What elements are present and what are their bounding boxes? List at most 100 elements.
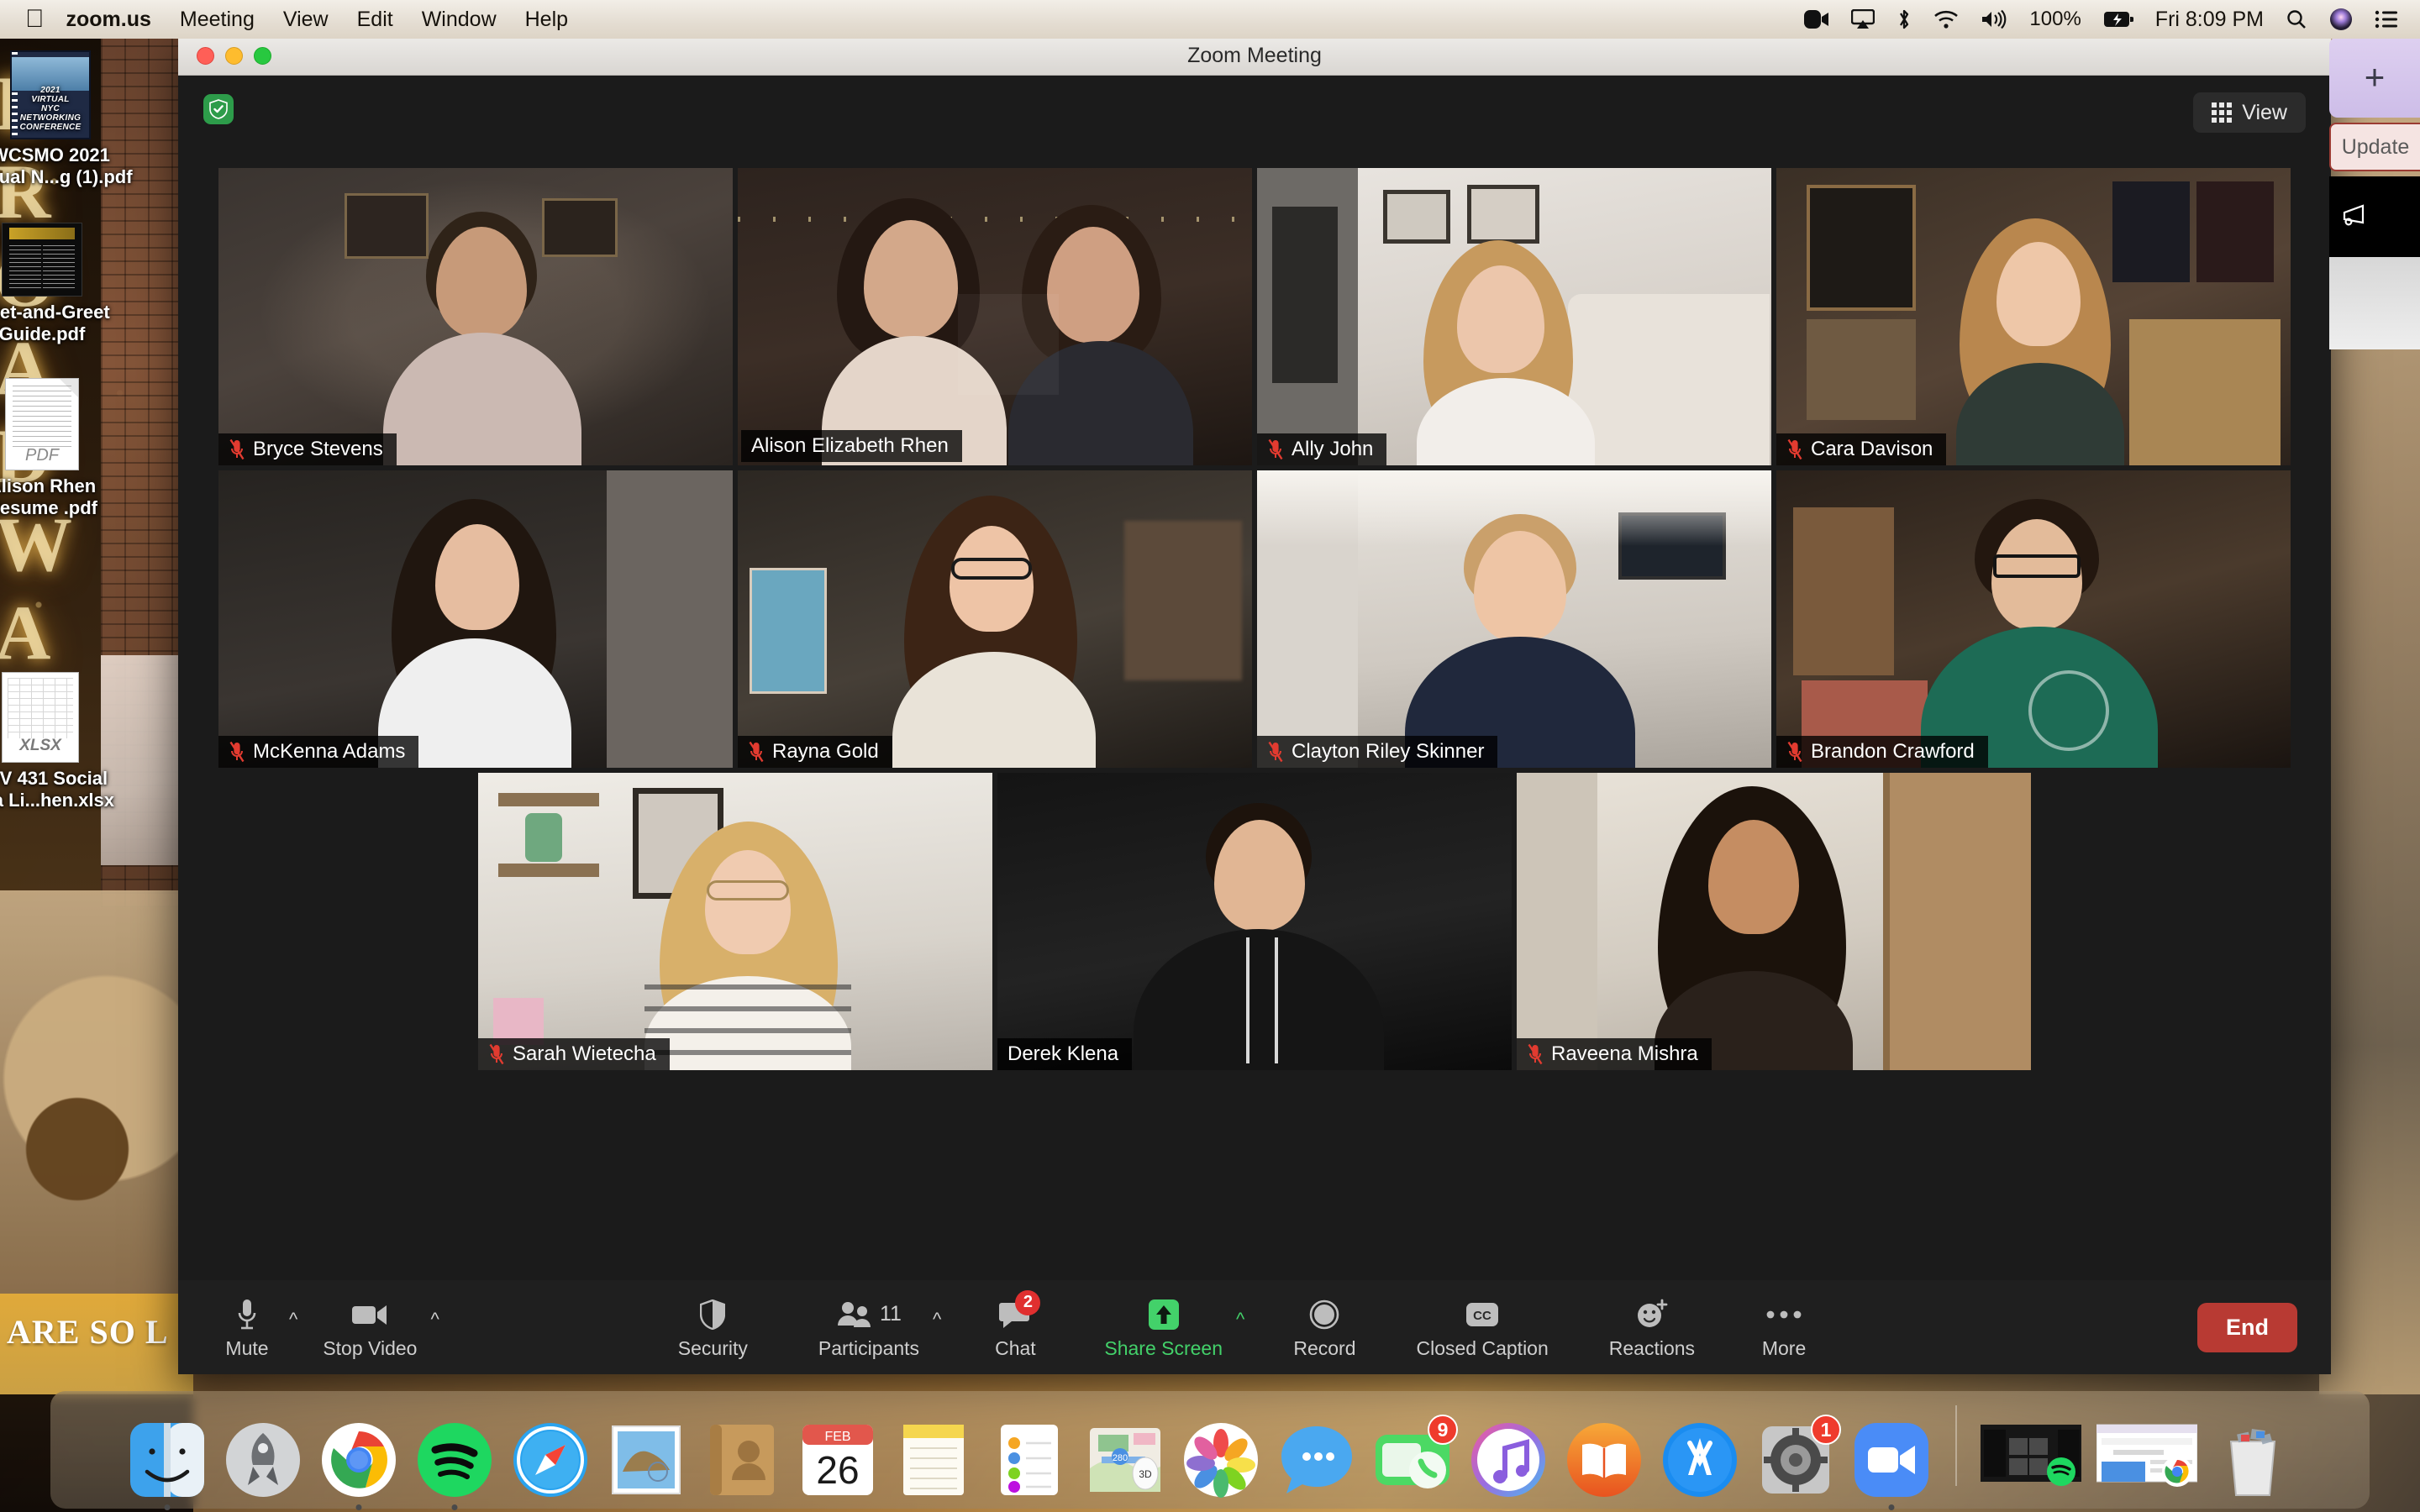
dock-item-reminders[interactable] — [989, 1420, 1070, 1500]
audio-options-chevron-up-icon[interactable]: ^ — [289, 1309, 297, 1331]
dock-item-notes[interactable] — [893, 1420, 974, 1500]
participant-tile-ally-john[interactable]: Ally John — [1257, 168, 1771, 465]
mute-button[interactable]: Mute — [207, 1295, 287, 1360]
video-grid-row: Bryce Stevens Alison Elizabeth Rhen Ally… — [178, 168, 2331, 465]
update-button[interactable]: Update — [2329, 123, 2420, 171]
menu-item-window[interactable]: Window — [422, 8, 497, 32]
dock-item-calendar[interactable]: FEB 26 — [797, 1420, 878, 1500]
dock-item-spotify[interactable] — [414, 1420, 495, 1510]
participant-tile-derek-klena[interactable]: Derek Klena — [997, 773, 1512, 1070]
stop-video-button[interactable]: Stop Video — [311, 1295, 429, 1360]
control-center-icon[interactable] — [2375, 10, 2398, 29]
closed-caption-button[interactable]: CC Closed Caption — [1405, 1295, 1560, 1360]
menu-item-edit[interactable]: Edit — [357, 8, 393, 32]
desktop-icon-adv431-xlsx[interactable]: XLSX ADV 431 Social edia Li...hen.xlsx — [0, 672, 124, 811]
menu-item-zoomus[interactable]: zoom.us — [66, 8, 151, 32]
participant-name: Derek Klena — [1007, 1042, 1119, 1065]
video-grid-row: McKenna Adams Rayna Gold Clayton Riley S… — [178, 470, 2331, 768]
security-button[interactable]: Security — [666, 1295, 760, 1360]
participant-name: Cara Davison — [1811, 438, 1933, 460]
dock-item-zoom[interactable] — [1851, 1420, 1932, 1510]
dock-item-chrome[interactable] — [318, 1420, 399, 1510]
cc-icon: CC — [1465, 1295, 1500, 1334]
share-options-chevron-up-icon[interactable]: ^ — [1236, 1309, 1244, 1331]
participant-name-bar: Clayton Riley Skinner — [1257, 736, 1498, 768]
dock-item-launchpad[interactable] — [223, 1420, 303, 1500]
menu-item-help[interactable]: Help — [525, 8, 568, 32]
meeting-controls-toolbar: Mute ^ Stop Video ^ Security 11 Particip… — [178, 1280, 2331, 1374]
participant-tile-bryce-stevens[interactable]: Bryce Stevens — [218, 168, 733, 465]
bluetooth-icon[interactable] — [1897, 8, 1912, 30]
dock-minimized-spotify-window[interactable] — [1981, 1420, 2081, 1500]
menu-item-meeting[interactable]: Meeting — [180, 8, 255, 32]
dock-minimized-chrome-window[interactable] — [2096, 1420, 2198, 1500]
zoom-camera-icon[interactable] — [1804, 10, 1829, 29]
dock-item-photos[interactable] — [1181, 1420, 1261, 1500]
siri-icon[interactable] — [2329, 8, 2353, 31]
wallpaper-yellow-sign: ARE SO L — [0, 1294, 193, 1394]
dock-item-safari[interactable] — [510, 1420, 591, 1500]
participant-video-grid: Bryce Stevens Alison Elizabeth Rhen Ally… — [178, 168, 2331, 1075]
participants-button-label: Participants — [818, 1336, 920, 1359]
dock-item-contacts[interactable] — [702, 1420, 782, 1500]
reactions-button[interactable]: Reactions — [1597, 1295, 1707, 1360]
participant-tile-alison-elizabeth-rhen[interactable]: Alison Elizabeth Rhen — [738, 168, 1252, 465]
airplay-icon[interactable] — [1851, 9, 1876, 29]
dock-item-trash[interactable] — [2212, 1420, 2293, 1500]
desktop-icon-resume-pdf[interactable]: PDF Alison Rhen Resume .pdf — [0, 378, 126, 519]
participant-tile-raveena-mishra[interactable]: Raveena Mishra — [1517, 773, 2031, 1070]
participant-tile-rayna-gold[interactable]: Rayna Gold — [738, 470, 1252, 768]
search-icon[interactable] — [2286, 8, 2307, 30]
facetime-badge: 9 — [1428, 1415, 1458, 1445]
conference-pdf-thumbnail: 2021 VIRTUAL NYC NETWORKING CONFERENCE — [10, 50, 91, 139]
participants-options-chevron-up-icon[interactable]: ^ — [933, 1309, 941, 1331]
running-indicator-dot — [451, 1504, 458, 1510]
running-indicator-dot — [355, 1504, 362, 1510]
xlsx-thumbnail: XLSX — [2, 672, 79, 763]
wifi-icon[interactable] — [1933, 9, 1959, 29]
muted-microphone-icon — [229, 741, 245, 763]
participants-button[interactable]: 11 Participants — [807, 1295, 931, 1360]
participant-name-bar: McKenna Adams — [218, 736, 419, 768]
calendar-month-label: FEB — [824, 1430, 850, 1444]
end-meeting-button[interactable]: End — [2197, 1302, 2297, 1352]
participant-tile-brandon-crawford[interactable]: Brandon Crawford — [1776, 470, 2291, 768]
dock-item-itunes[interactable] — [1468, 1420, 1549, 1500]
dock-item-books[interactable] — [1564, 1420, 1644, 1500]
menu-item-view[interactable]: View — [283, 8, 329, 32]
volume-icon[interactable] — [1981, 9, 2007, 29]
right-edge-floating-panel: + Update — [2329, 37, 2420, 349]
desktop-icon-meet-and-greet-pdf[interactable]: Meet-and-Greet Guide.pdf — [0, 223, 126, 345]
shield-check-icon[interactable] — [203, 94, 234, 124]
new-tab-plus-button[interactable]: + — [2329, 37, 2420, 118]
participant-tile-mckenna-adams[interactable]: McKenna Adams — [218, 470, 733, 768]
megaphone-panel — [2329, 176, 2420, 257]
muted-microphone-icon — [489, 1043, 504, 1065]
muted-microphone-icon — [1787, 438, 1802, 460]
system-preferences-badge: 1 — [1811, 1415, 1841, 1445]
more-button[interactable]: More — [1744, 1295, 1824, 1360]
dock-item-finder[interactable] — [127, 1420, 208, 1510]
dock-item-mail[interactable] — [606, 1420, 687, 1500]
dock-item-messages[interactable] — [1276, 1420, 1357, 1500]
dock-item-facetime[interactable]: 9 — [1372, 1415, 1458, 1500]
view-layout-button[interactable]: View — [2193, 92, 2306, 133]
record-button-label: Record — [1293, 1336, 1356, 1359]
menu-bar-clock[interactable]: Fri 8:09 PM — [2155, 8, 2264, 32]
share-screen-button[interactable]: Share Screen — [1092, 1295, 1234, 1360]
dock-item-maps[interactable]: 280 3D — [1085, 1420, 1165, 1500]
participant-tile-sarah-wietecha[interactable]: Sarah Wietecha — [478, 773, 992, 1070]
dock-item-app-store[interactable] — [1660, 1420, 1740, 1500]
dock-item-system-preferences[interactable]: 1 — [1755, 1415, 1841, 1500]
share-screen-button-label: Share Screen — [1104, 1336, 1223, 1359]
chat-button[interactable]: 2 Chat — [975, 1289, 1055, 1360]
participant-name-bar: Cara Davison — [1776, 433, 1947, 465]
window-title-bar: Zoom Meeting — [178, 37, 2331, 76]
macos-menu-bar:  zoom.us Meeting View Edit Window Help … — [0, 0, 2420, 39]
video-options-chevron-up-icon[interactable]: ^ — [430, 1309, 439, 1331]
record-button[interactable]: Record — [1281, 1295, 1367, 1360]
participant-tile-cara-davison[interactable]: Cara Davison — [1776, 168, 2291, 465]
battery-charging-icon[interactable] — [2103, 10, 2133, 29]
desktop-icon-wcsmo-pdf[interactable]: 2021 VIRTUAL NYC NETWORKING CONFERENCE WCSMO… — [0, 50, 134, 188]
participant-tile-clayton-riley-skinner[interactable]: Clayton Riley Skinner — [1257, 470, 1771, 768]
